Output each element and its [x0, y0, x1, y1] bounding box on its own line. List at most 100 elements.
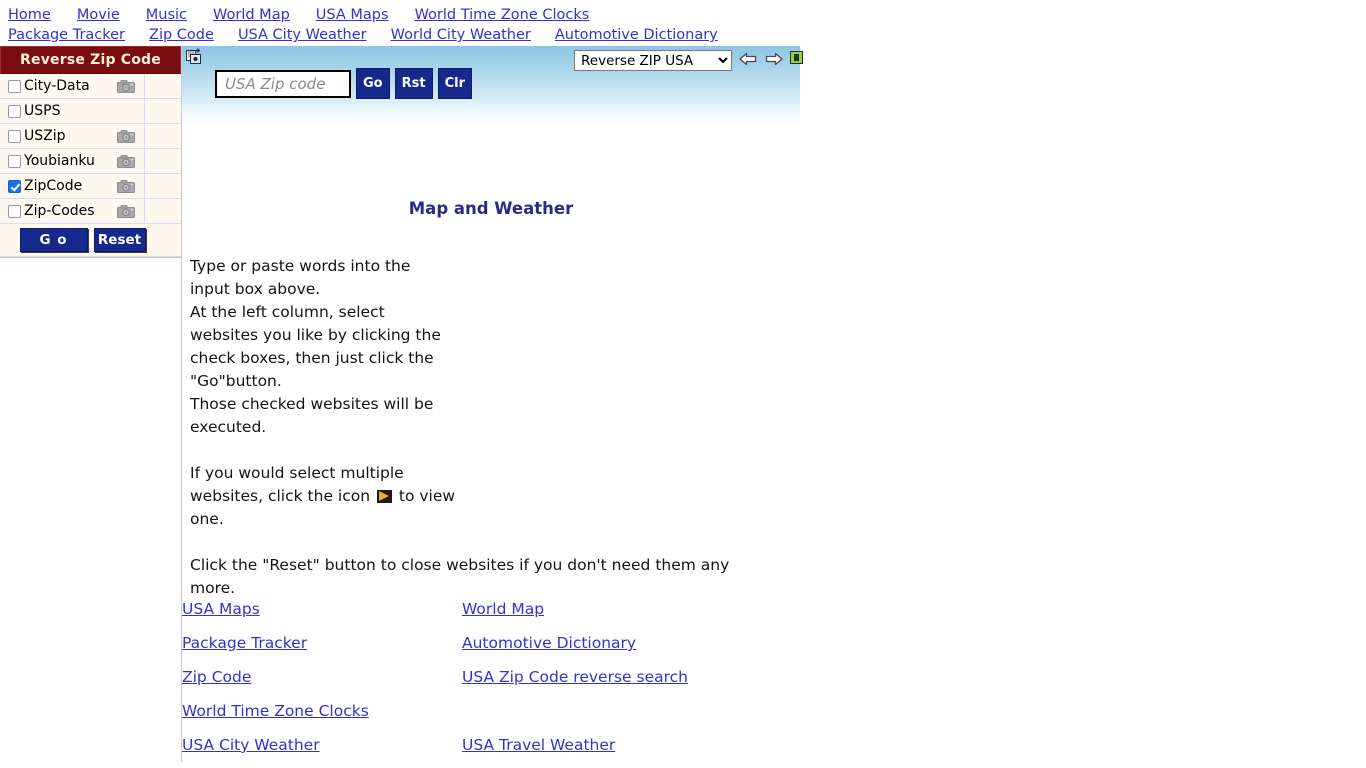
- nav-world-map[interactable]: World Map: [213, 7, 290, 23]
- link-row: Zip Code USA Zip Code reverse search: [182, 668, 688, 702]
- green-square-icon[interactable]: [790, 51, 803, 64]
- row-spacer: [144, 99, 181, 123]
- link-world-time-zone-clocks[interactable]: World Time Zone Clocks: [182, 702, 369, 720]
- sidebar: Reverse Zip Code City-Data USPS USZip Youbi…: [0, 46, 182, 762]
- site-checkbox-uszip[interactable]: [8, 129, 21, 143]
- site-checkbox-zip-codes[interactable]: [8, 204, 21, 218]
- site-checkbox-youbianku[interactable]: [8, 154, 21, 168]
- link-automotive-dictionary[interactable]: Automotive Dictionary: [462, 634, 636, 652]
- site-select[interactable]: Reverse ZIP USA: [574, 50, 732, 71]
- related-links-table: USA Maps World Map Package Tracker Automoti…: [182, 600, 688, 768]
- site-label: ZipCode: [24, 178, 83, 194]
- link-row: USA Maps World Map: [182, 600, 688, 634]
- panel-title: Reverse Zip Code: [0, 46, 181, 74]
- camera-icon: [117, 204, 135, 218]
- row-spacer: [144, 199, 181, 223]
- nav-row-1: Home Movie Music World Map USA Maps World Tim…: [0, 4, 1366, 24]
- nav-music[interactable]: Music: [146, 7, 187, 23]
- row-spacer: [144, 149, 181, 173]
- link-zip-code[interactable]: Zip Code: [182, 668, 251, 686]
- sidebar-go-button[interactable]: G o: [19, 228, 88, 252]
- article: Map and Weather Type or paste words into…: [182, 126, 1366, 768]
- site-row[interactable]: ZipCode: [0, 174, 181, 199]
- row-spacer: [144, 174, 181, 198]
- link-cell: Zip Code: [182, 668, 462, 702]
- link-cell: Automotive Dictionary: [462, 634, 688, 668]
- instructions-paragraph-2: If you would select multiple websites, c…: [182, 439, 1366, 531]
- nav-home[interactable]: Home: [8, 7, 51, 23]
- play-triangle-icon: [376, 490, 392, 503]
- camera-icon-cell[interactable]: [108, 79, 144, 93]
- nav-row-2: Package Tracker Zip Code USA City Weather W…: [0, 24, 1366, 44]
- link-row: Package Tracker Automotive Dictionary: [182, 634, 688, 668]
- site-label: Youbianku: [24, 153, 95, 169]
- instructions-paragraph-3: Click the "Reset" button to close websit…: [190, 556, 730, 597]
- site-checkbox-zipcode[interactable]: [8, 179, 21, 193]
- content-area: Go Rst Clr Reverse ZIP USA: [182, 46, 1366, 762]
- link-cell: World Map: [462, 600, 688, 634]
- link-world-map[interactable]: World Map: [462, 600, 544, 618]
- site-label: USPS: [24, 103, 61, 119]
- link-row: World Time Zone Clocks: [182, 702, 688, 736]
- site-selector-area: Reverse ZIP USA: [574, 50, 803, 71]
- site-row[interactable]: Youbianku: [0, 149, 181, 174]
- zip-search-bar: Go Rst Clr: [215, 68, 472, 99]
- camera-icon-cell[interactable]: [108, 154, 144, 168]
- site-label: Zip-Codes: [24, 203, 95, 219]
- link-cell: World Time Zone Clocks: [182, 702, 462, 736]
- search-banner: Go Rst Clr Reverse ZIP USA: [182, 46, 803, 126]
- link-usa-travel-weather[interactable]: USA Travel Weather: [462, 736, 615, 754]
- nav-usa-maps[interactable]: USA Maps: [316, 7, 389, 23]
- site-label: City-Data: [24, 78, 90, 94]
- reverse-zip-code-panel: Reverse Zip Code City-Data USPS USZip Youbi…: [0, 46, 181, 258]
- nav-movie[interactable]: Movie: [77, 7, 120, 23]
- link-cell: Package Tracker: [182, 634, 462, 668]
- top-navigation: Home Movie Music World Map USA Maps World Tim…: [0, 0, 1366, 44]
- instructions-paragraph-1: Type or paste words into the input box a…: [190, 257, 441, 436]
- camera-icon: [117, 129, 135, 143]
- link-cell: USA Travel Weather: [462, 736, 688, 768]
- arrow-right-icon[interactable]: [764, 51, 784, 71]
- link-usa-maps[interactable]: USA Maps: [182, 600, 260, 618]
- link-usa-city-weather[interactable]: USA City Weather: [182, 736, 320, 754]
- site-checkbox-list: City-Data USPS USZip Youbianku ZipCode Zip-Co…: [0, 74, 181, 224]
- site-row[interactable]: Zip-Codes: [0, 199, 181, 224]
- clear-button[interactable]: Clr: [437, 68, 472, 99]
- camera-icon: [117, 179, 135, 193]
- site-label: USZip: [24, 128, 66, 144]
- sidebar-reset-button[interactable]: Reset: [93, 228, 146, 252]
- sidebar-button-row: G o Reset: [0, 224, 181, 257]
- site-checkbox-usps[interactable]: [8, 104, 21, 118]
- camera-icon: [117, 154, 135, 168]
- arrow-left-icon[interactable]: [738, 51, 758, 71]
- site-row[interactable]: USZip: [0, 124, 181, 149]
- link-cell: USA Zip Code reverse search: [462, 668, 688, 702]
- link-cell: [462, 702, 688, 736]
- nav-world-city-weather[interactable]: World City Weather: [391, 27, 531, 43]
- nav-zip-code[interactable]: Zip Code: [149, 27, 214, 43]
- reset-button[interactable]: Rst: [394, 68, 433, 99]
- site-checkbox-city-data[interactable]: [8, 79, 21, 93]
- link-usa-zip-code-reverse-search[interactable]: USA Zip Code reverse search: [462, 668, 688, 686]
- link-cell: USA Maps: [182, 600, 462, 634]
- camera-icon: [117, 79, 135, 93]
- nav-automotive-dictionary[interactable]: Automotive Dictionary: [555, 27, 718, 43]
- page-title: Map and Weather: [408, 199, 574, 218]
- camera-icon-cell[interactable]: [108, 129, 144, 143]
- row-spacer: [144, 74, 181, 98]
- link-cell: USA City Weather: [182, 736, 462, 768]
- page-body: Reverse Zip Code City-Data USPS USZip Youbi…: [0, 44, 1366, 764]
- site-row[interactable]: City-Data: [0, 74, 181, 99]
- paragraph2-text-before: If you would select multiple websites, c…: [190, 464, 404, 505]
- nav-usa-city-weather[interactable]: USA City Weather: [238, 27, 367, 43]
- link-package-tracker[interactable]: Package Tracker: [182, 634, 307, 652]
- go-button[interactable]: Go: [356, 68, 390, 99]
- row-spacer: [144, 124, 181, 148]
- new-document-icon[interactable]: [186, 48, 203, 65]
- nav-package-tracker[interactable]: Package Tracker: [8, 27, 125, 43]
- camera-icon-cell[interactable]: [108, 204, 144, 218]
- zip-search-input[interactable]: [215, 69, 351, 98]
- nav-world-time-zone-clocks[interactable]: World Time Zone Clocks: [415, 7, 590, 23]
- camera-icon-cell[interactable]: [108, 179, 144, 193]
- site-row[interactable]: USPS: [0, 99, 181, 124]
